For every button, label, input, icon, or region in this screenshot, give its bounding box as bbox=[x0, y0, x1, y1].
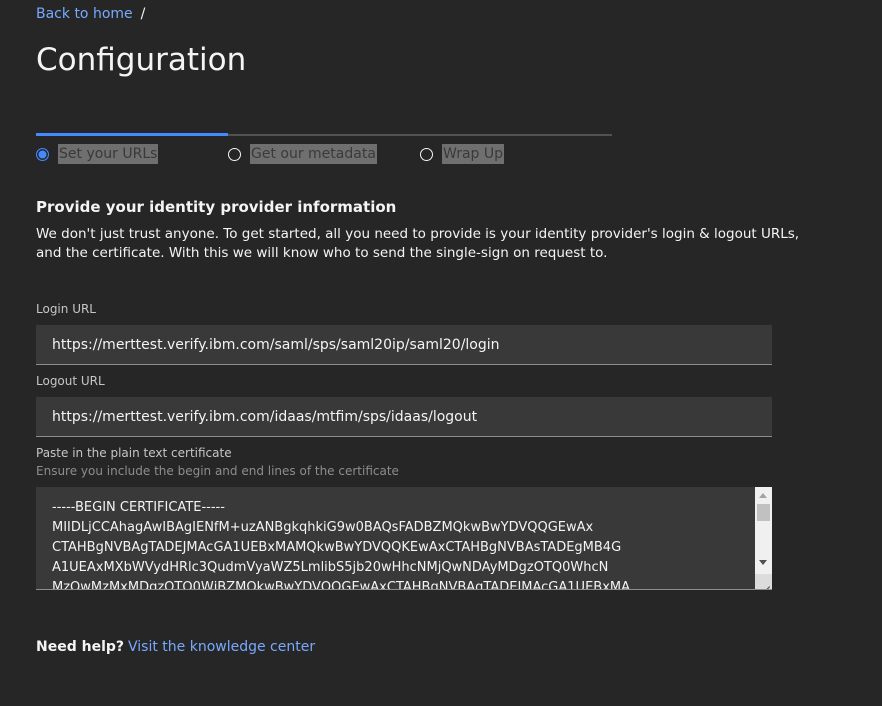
certificate-textarea[interactable]: -----BEGIN CERTIFICATE----- MIIDLjCCAhag… bbox=[36, 487, 772, 590]
knowledge-center-link[interactable]: Visit the knowledge center bbox=[128, 639, 315, 655]
breadcrumb-separator: / bbox=[140, 6, 146, 22]
section-description: We don't just trust anyone. To get start… bbox=[36, 226, 800, 261]
progress-step-wrap-up[interactable]: Wrap Up bbox=[420, 144, 505, 164]
scroll-up-arrow-icon[interactable] bbox=[759, 493, 767, 498]
scrollbar-thumb[interactable] bbox=[757, 504, 770, 521]
progress-step-set-urls[interactable]: Set your URLs bbox=[36, 144, 159, 164]
step-label: Set your URLs bbox=[58, 144, 159, 164]
certificate-label: Paste in the plain text certificate bbox=[36, 446, 232, 460]
step-incomplete-icon bbox=[420, 147, 433, 161]
certificate-text[interactable]: -----BEGIN CERTIFICATE----- MIIDLjCCAhag… bbox=[52, 498, 752, 589]
progress-step-get-metadata[interactable]: Get our metadata bbox=[228, 144, 377, 164]
back-to-home-link[interactable]: Back to home bbox=[36, 6, 133, 22]
help-section: Need help? Visit the knowledge center bbox=[36, 638, 315, 656]
step-label: Wrap Up bbox=[442, 144, 505, 164]
breadcrumb: Back to home / bbox=[36, 5, 145, 23]
step-incomplete-icon bbox=[228, 147, 241, 161]
resize-handle-icon[interactable] bbox=[755, 574, 772, 589]
progress-fill bbox=[36, 133, 228, 136]
certificate-helper-text: Ensure you include the begin and end lin… bbox=[36, 464, 399, 478]
page-title: Configuration bbox=[36, 42, 247, 78]
step-label: Get our metadata bbox=[250, 144, 377, 164]
section-heading: Provide your identity provider informati… bbox=[36, 198, 397, 216]
login-url-input[interactable] bbox=[36, 325, 772, 365]
help-prompt: Need help? bbox=[36, 639, 125, 655]
step-current-icon bbox=[36, 147, 49, 161]
textarea-scrollbar[interactable] bbox=[755, 487, 772, 575]
login-url-label: Login URL bbox=[36, 302, 96, 316]
logout-url-input[interactable] bbox=[36, 397, 772, 437]
logout-url-label: Logout URL bbox=[36, 374, 105, 388]
scroll-down-arrow-icon[interactable] bbox=[759, 560, 767, 565]
